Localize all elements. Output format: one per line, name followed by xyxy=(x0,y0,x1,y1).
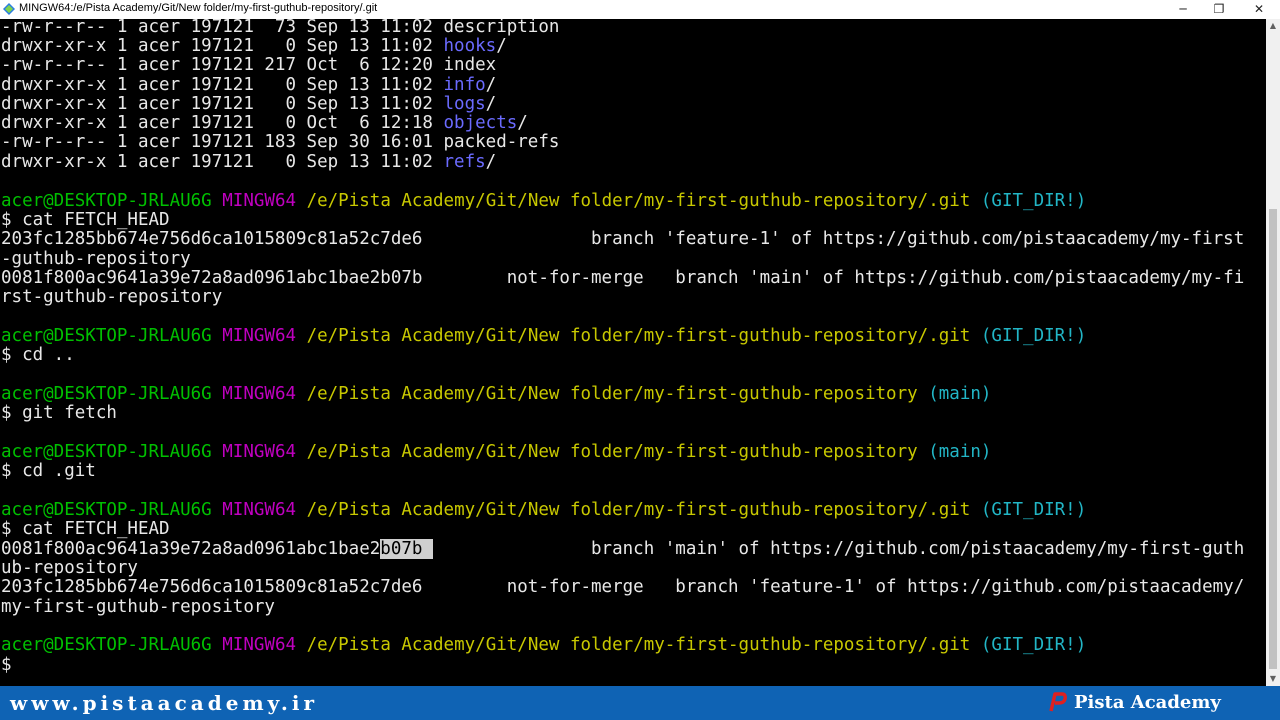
prompt-userhost: acer@DESKTOP-JRLAU6G xyxy=(1,191,212,211)
ls-directory-name: hooks/ xyxy=(443,36,507,56)
command-line: $ cd .git xyxy=(1,461,96,481)
watermark-banner: www.pistaacademy.ir Pista Academy xyxy=(0,686,1280,720)
fetch-head-line: rst-guthub-repository xyxy=(1,287,223,307)
command-line: $ git fetch xyxy=(1,403,117,423)
prompt-path: /e/Pista Academy/Git/New folder/my-first… xyxy=(306,635,971,655)
ls-row: drwxr-xr-x 1 acer 197121 0 Sep 13 11:02 … xyxy=(1,76,496,95)
pista-logo-icon xyxy=(1049,692,1067,712)
command-line: $ cat FETCH_HEAD xyxy=(1,210,170,230)
ls-row-meta: drwxr-xr-x 1 acer 197121 0 Oct 6 12:18 xyxy=(1,113,444,133)
input-prompt[interactable]: $ xyxy=(1,656,12,675)
prompt-line: acer@DESKTOP-JRLAU6G MINGW64 /e/Pista Ac… xyxy=(1,385,991,404)
ls-row: -rw-r--r-- 1 acer 197121 217 Oct 6 12:20… xyxy=(1,56,496,75)
close-button[interactable]: ✕ xyxy=(1240,0,1278,19)
prompt-path: /e/Pista Academy/Git/New folder/my-first… xyxy=(306,326,971,346)
ls-row: -rw-r--r-- 1 acer 197121 183 Sep 30 16:0… xyxy=(1,133,559,152)
window-title: MINGW64:/e/Pista Academy/Git/New folder/… xyxy=(19,2,378,14)
prompt-mingw: MINGW64 xyxy=(222,635,297,655)
fetch-head-line: 0081f800ac9641a39e72a8ad0961abc1bae2b07b… xyxy=(1,268,1245,288)
ls-file-name: packed-refs xyxy=(443,132,560,152)
prompt-gitdir: (GIT_DIR!) xyxy=(980,635,1087,655)
fetch-head-line: 203fc1285bb674e756d6ca1015809c81a52c7de6… xyxy=(1,577,1245,597)
ls-row-meta: drwxr-xr-x 1 acer 197121 0 Sep 13 11:02 xyxy=(1,36,444,56)
prompt-line: acer@DESKTOP-JRLAU6G MINGW64 /e/Pista Ac… xyxy=(1,327,1086,346)
fetch-head-line: 203fc1285bb674e756d6ca1015809c81a52c7de6… xyxy=(1,229,1245,249)
prompt-mingw: MINGW64 xyxy=(222,442,297,462)
prompt-gitdir: (GIT_DIR!) xyxy=(980,500,1087,520)
ls-row-meta: drwxr-xr-x 1 acer 197121 0 Sep 13 11:02 xyxy=(1,152,444,172)
fetch-head-line: -guthub-repository xyxy=(1,249,191,269)
scroll-down-icon[interactable]: ▼ xyxy=(1266,672,1280,686)
ls-row: drwxr-xr-x 1 acer 197121 0 Sep 13 11:02 … xyxy=(1,95,496,114)
mingw-app-icon xyxy=(3,3,15,15)
prompt-mingw: MINGW64 xyxy=(222,191,297,211)
ls-row-meta: -rw-r--r-- 1 acer 197121 217 Oct 6 12:20 xyxy=(1,55,444,75)
ls-directory-name: refs/ xyxy=(443,152,497,172)
prompt-branch: (main) xyxy=(928,442,992,462)
prompt-line: acer@DESKTOP-JRLAU6G MINGW64 /e/Pista Ac… xyxy=(1,636,1086,655)
prompt-gitdir: (GIT_DIR!) xyxy=(980,191,1087,211)
scrollbar-thumb[interactable] xyxy=(1269,209,1277,669)
ls-row: drwxr-xr-x 1 acer 197121 0 Sep 13 11:02 … xyxy=(1,37,507,56)
fetch-head-line: my-first-guthub-repository xyxy=(1,597,275,617)
prompt-branch: (main) xyxy=(928,384,992,404)
prompt-path: /e/Pista Academy/Git/New folder/my-first… xyxy=(306,191,971,211)
prompt-mingw: MINGW64 xyxy=(222,384,297,404)
ls-row-meta: drwxr-xr-x 1 acer 197121 0 Sep 13 11:02 xyxy=(1,75,444,95)
ls-directory-name: logs/ xyxy=(443,94,497,114)
scroll-up-icon[interactable]: ▲ xyxy=(1266,19,1280,33)
prompt-gitdir: (GIT_DIR!) xyxy=(980,326,1087,346)
prompt-line: acer@DESKTOP-JRLAU6G MINGW64 /e/Pista Ac… xyxy=(1,192,1086,211)
ls-row: -rw-r--r-- 1 acer 197121 73 Sep 13 11:02… xyxy=(1,19,559,37)
prompt-path: /e/Pista Academy/Git/New folder/my-first… xyxy=(306,384,918,404)
prompt-mingw: MINGW64 xyxy=(222,500,297,520)
brand-name: Pista Academy xyxy=(1074,692,1221,713)
prompt-path: /e/Pista Academy/Git/New folder/my-first… xyxy=(306,442,918,462)
title-bar: MINGW64:/e/Pista Academy/Git/New folder/… xyxy=(0,0,1280,20)
hash-text: 0081f800ac9641a39e72a8ad0961abc1bae2 xyxy=(1,539,381,559)
prompt-mingw: MINGW64 xyxy=(222,326,297,346)
website-url: www.pistaacademy.ir xyxy=(10,691,319,715)
command-line: $ cd .. xyxy=(1,345,75,365)
prompt-userhost: acer@DESKTOP-JRLAU6G xyxy=(1,500,212,520)
prompt-userhost: acer@DESKTOP-JRLAU6G xyxy=(1,442,212,462)
terminal-output[interactable]: -rw-r--r-- 1 acer 197121 73 Sep 13 11:02… xyxy=(0,19,1266,686)
ls-row-meta: -rw-r--r-- 1 acer 197121 73 Sep 13 11:02 xyxy=(1,19,444,37)
ls-row: drwxr-xr-x 1 acer 197121 0 Sep 13 11:02 … xyxy=(1,153,496,172)
command-line: $ cat FETCH_HEAD xyxy=(1,519,170,539)
fetch-head-line: ub-repository xyxy=(1,558,138,578)
prompt-userhost: acer@DESKTOP-JRLAU6G xyxy=(1,326,212,346)
restore-button[interactable]: ❐ xyxy=(1200,0,1238,19)
vertical-scrollbar[interactable]: ▲ ▼ xyxy=(1266,19,1280,686)
prompt-userhost: acer@DESKTOP-JRLAU6G xyxy=(1,635,212,655)
prompt-path: /e/Pista Academy/Git/New folder/my-first… xyxy=(306,500,971,520)
prompt-line: acer@DESKTOP-JRLAU6G MINGW64 /e/Pista Ac… xyxy=(1,501,1086,520)
minimize-button[interactable]: ─ xyxy=(1164,0,1202,19)
ls-directory-name: objects/ xyxy=(443,113,528,133)
ls-row-meta: -rw-r--r-- 1 acer 197121 183 Sep 30 16:0… xyxy=(1,132,444,152)
ls-row-meta: drwxr-xr-x 1 acer 197121 0 Sep 13 11:02 xyxy=(1,94,444,114)
ls-file-name: index xyxy=(443,55,497,75)
selected-text[interactable]: b07b xyxy=(380,539,433,559)
ls-row: drwxr-xr-x 1 acer 197121 0 Oct 6 12:18 o… xyxy=(1,114,528,133)
ls-file-name: description xyxy=(443,19,560,37)
fetch-head-line: 0081f800ac9641a39e72a8ad0961abc1bae2b07b… xyxy=(1,539,1245,559)
prompt-userhost: acer@DESKTOP-JRLAU6G xyxy=(1,384,212,404)
ls-directory-name: info/ xyxy=(443,75,497,95)
prompt-line: acer@DESKTOP-JRLAU6G MINGW64 /e/Pista Ac… xyxy=(1,443,991,462)
fetch-head-rest: branch 'main' of https://github.com/pist… xyxy=(432,539,1245,559)
